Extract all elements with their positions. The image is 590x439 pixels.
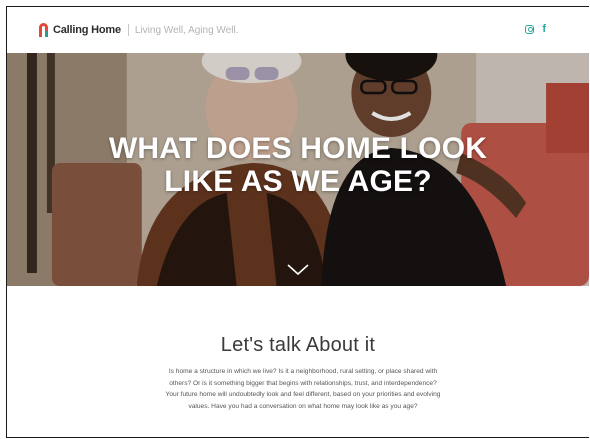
brand-name: Calling Home <box>53 24 121 36</box>
house-logo-icon <box>38 23 49 37</box>
social-links: f <box>525 24 546 35</box>
facebook-icon[interactable]: f <box>542 24 546 35</box>
section-title: Let's talk About it <box>220 334 376 356</box>
chevron-down-icon[interactable] <box>287 264 309 276</box>
brand-tagline: Living Well, Aging Well. <box>134 24 239 36</box>
logo-divider <box>127 24 129 36</box>
hero-banner: WHAT DOES HOME LOOK LIKE AS WE AGE? <box>7 53 589 286</box>
instagram-icon[interactable] <box>525 24 535 34</box>
section-body: Is home a structure in which we live? Is… <box>165 368 441 410</box>
site-header: Calling Home Living Well, Aging Well. f <box>7 7 589 53</box>
page-frame: Calling Home Living Well, Aging Well. f <box>6 6 589 438</box>
intro-section: Let's talk About it Is home a structure … <box>7 286 589 437</box>
hero-title: WHAT DOES HOME LOOK LIKE AS WE AGE? <box>108 132 488 198</box>
brand-logo[interactable]: Calling Home Living Well, Aging Well. <box>38 23 238 37</box>
